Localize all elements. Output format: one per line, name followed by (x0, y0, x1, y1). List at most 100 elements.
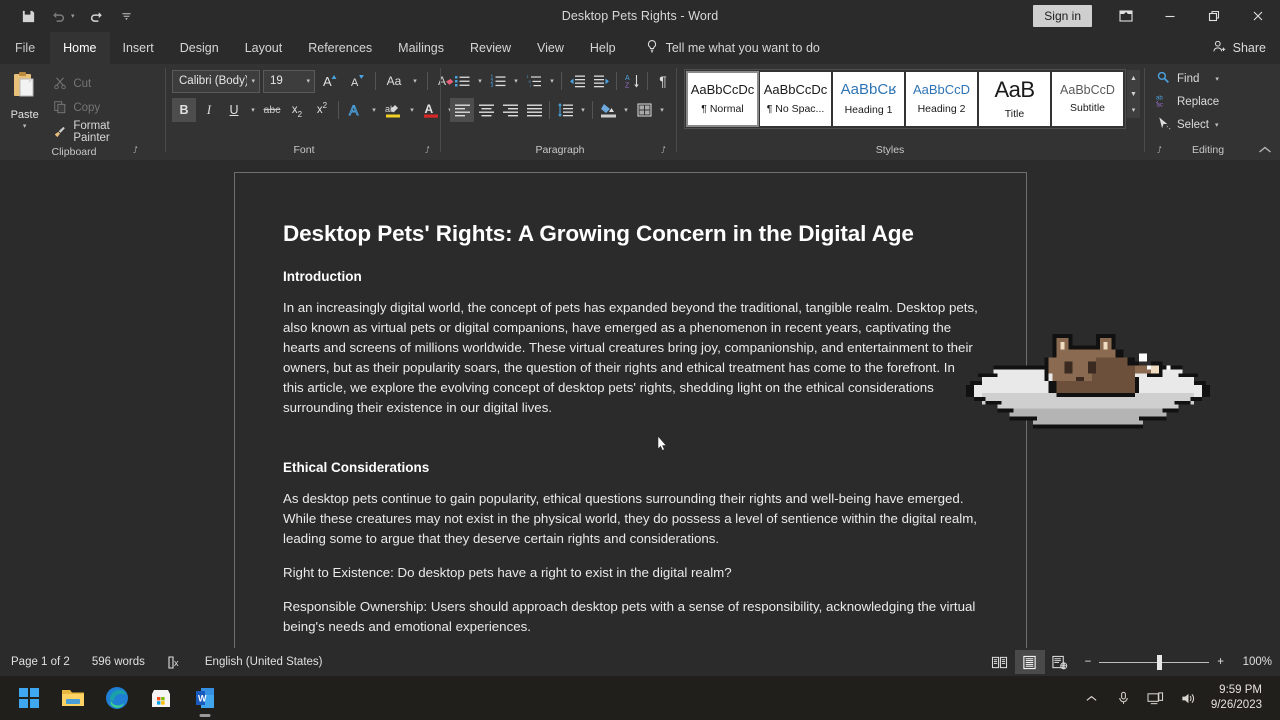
change-case-button[interactable]: Aa (382, 69, 406, 93)
select-dropdown-icon[interactable]: ▾ (1215, 121, 1219, 129)
proofing-errors-icon[interactable]: x (156, 648, 194, 676)
numbering-dropdown-icon[interactable]: ▾ (510, 69, 522, 93)
italic-button[interactable]: I (197, 98, 221, 122)
paragraph-dialog-launcher-icon[interactable]: ⭜ (661, 145, 672, 156)
multilevel-dropdown-icon[interactable]: ▾ (546, 69, 558, 93)
ribbon-display-options-icon[interactable] (1104, 0, 1148, 32)
tab-home[interactable]: Home (50, 32, 109, 64)
numbering-button[interactable]: 123 (486, 69, 510, 93)
zoom-level-label[interactable]: 100% (1236, 656, 1272, 668)
line-spacing-button[interactable] (553, 98, 577, 122)
bullets-button[interactable] (450, 69, 474, 93)
collapse-ribbon-icon[interactable] (1258, 145, 1272, 158)
network-icon[interactable] (1141, 683, 1171, 713)
font-dialog-launcher-icon[interactable]: ⭜ (425, 145, 436, 156)
decrease-indent-button[interactable] (565, 69, 589, 93)
bold-button[interactable]: B (172, 98, 196, 122)
taskbar-clock[interactable]: 9:59 PM 9/26/2023 (1205, 683, 1270, 713)
gallery-scroll-up-icon[interactable]: ▲ (1127, 70, 1140, 86)
tab-review[interactable]: Review (457, 32, 524, 64)
copy-button[interactable]: Copy (49, 97, 148, 119)
select-button[interactable]: Select ▾ (1152, 113, 1222, 136)
desktop-pet-pixel-cat-on-ufo[interactable] (960, 330, 1216, 448)
web-layout-icon[interactable] (1045, 650, 1075, 674)
zoom-slider[interactable] (1099, 662, 1209, 663)
page-indicator[interactable]: Page 1 of 2 (0, 648, 81, 676)
align-right-button[interactable] (498, 98, 522, 122)
sort-button[interactable]: AZ (620, 69, 644, 93)
highlight-dropdown-icon[interactable]: ▾ (406, 98, 418, 122)
minimize-icon[interactable] (1148, 0, 1192, 32)
save-icon[interactable] (14, 3, 42, 29)
file-explorer-icon[interactable] (58, 681, 88, 715)
print-layout-icon[interactable] (1015, 650, 1045, 674)
borders-dropdown-icon[interactable]: ▾ (656, 98, 668, 122)
zoom-in-button[interactable]: + (1217, 656, 1224, 668)
speaker-icon[interactable] (1173, 683, 1203, 713)
find-button[interactable]: Find ▾ (1152, 67, 1223, 90)
style-subtitle[interactable]: AaBbCcD Subtitle (1052, 72, 1123, 126)
gallery-more-icon[interactable]: ▾ (1127, 102, 1140, 118)
font-size-combo[interactable]: 19 ▾ (263, 70, 315, 93)
zoom-slider-thumb[interactable] (1157, 655, 1162, 670)
tab-file[interactable]: File (0, 32, 50, 64)
shading-dropdown-icon[interactable]: ▾ (620, 98, 632, 122)
format-painter-button[interactable]: Format Painter (49, 121, 148, 143)
document-canvas[interactable]: Desktop Pets' Rights: A Growing Concern … (0, 160, 1280, 648)
word-count[interactable]: 596 words (81, 648, 156, 676)
paste-dropdown-icon[interactable]: ▾ (23, 122, 27, 130)
cut-button[interactable]: Cut (49, 73, 148, 95)
justify-button[interactable] (522, 98, 546, 122)
tab-design[interactable]: Design (167, 32, 232, 64)
style-no-spacing[interactable]: AaBbCcDc ¶ No Spac... (760, 72, 831, 126)
shading-button[interactable] (596, 98, 620, 122)
grow-font-button[interactable]: A (318, 69, 342, 93)
style-heading-1[interactable]: AaBbCʁ Heading 1 (833, 72, 904, 126)
close-icon[interactable] (1236, 0, 1280, 32)
language-indicator[interactable]: English (United States) (194, 648, 334, 676)
text-effects-dropdown-icon[interactable]: ▾ (368, 98, 380, 122)
multilevel-list-button[interactable]: 1ai (522, 69, 546, 93)
bullets-dropdown-icon[interactable]: ▾ (474, 69, 486, 93)
clipboard-dialog-launcher-icon[interactable]: ⭜ (133, 145, 144, 156)
chevron-up-icon[interactable] (1077, 683, 1107, 713)
font-name-combo[interactable]: Calibri (Body) ▾ (172, 70, 260, 93)
share-button[interactable]: Share (1212, 32, 1266, 64)
strikethrough-button[interactable]: abc (260, 98, 284, 122)
tab-mailings[interactable]: Mailings (385, 32, 457, 64)
align-center-button[interactable] (474, 98, 498, 122)
tab-references[interactable]: References (295, 32, 385, 64)
shrink-font-button[interactable]: A (345, 69, 369, 93)
borders-button[interactable] (632, 98, 656, 122)
change-case-dropdown-icon[interactable]: ▾ (409, 69, 421, 93)
style-heading-2[interactable]: AaBbCcD Heading 2 (906, 72, 977, 126)
customize-quick-access-icon[interactable] (112, 3, 140, 29)
show-formatting-marks-button[interactable]: ¶ (651, 69, 675, 93)
find-dropdown-icon[interactable]: ▾ (1215, 75, 1219, 83)
tab-layout[interactable]: Layout (232, 32, 296, 64)
underline-dropdown-icon[interactable]: ▾ (247, 98, 259, 122)
tab-help[interactable]: Help (577, 32, 629, 64)
text-effects-button[interactable]: A (343, 98, 367, 122)
sign-in-button[interactable]: Sign in (1033, 5, 1092, 27)
highlight-button[interactable]: ab (381, 98, 405, 122)
restore-icon[interactable] (1192, 0, 1236, 32)
replace-button[interactable]: abac Replace (1152, 90, 1223, 113)
tell-me-search[interactable]: Tell me what you want to do (635, 32, 830, 64)
microsoft-store-icon[interactable] (146, 681, 176, 715)
read-mode-icon[interactable] (985, 650, 1015, 674)
subscript-button[interactable]: x2 (285, 98, 309, 122)
gallery-scroll-down-icon[interactable]: ▼ (1127, 86, 1140, 102)
zoom-out-button[interactable]: − (1085, 656, 1092, 668)
paste-button[interactable]: Paste ▾ (0, 69, 49, 130)
redo-icon[interactable] (82, 3, 110, 29)
underline-button[interactable]: U (222, 98, 246, 122)
style-title[interactable]: AaB Title (979, 72, 1050, 126)
line-spacing-dropdown-icon[interactable]: ▾ (577, 98, 589, 122)
microphone-icon[interactable] (1109, 683, 1139, 713)
align-left-button[interactable] (450, 98, 474, 122)
tab-view[interactable]: View (524, 32, 577, 64)
increase-indent-button[interactable] (589, 69, 613, 93)
document-page[interactable]: Desktop Pets' Rights: A Growing Concern … (234, 172, 1027, 648)
superscript-button[interactable]: x2 (310, 98, 334, 122)
